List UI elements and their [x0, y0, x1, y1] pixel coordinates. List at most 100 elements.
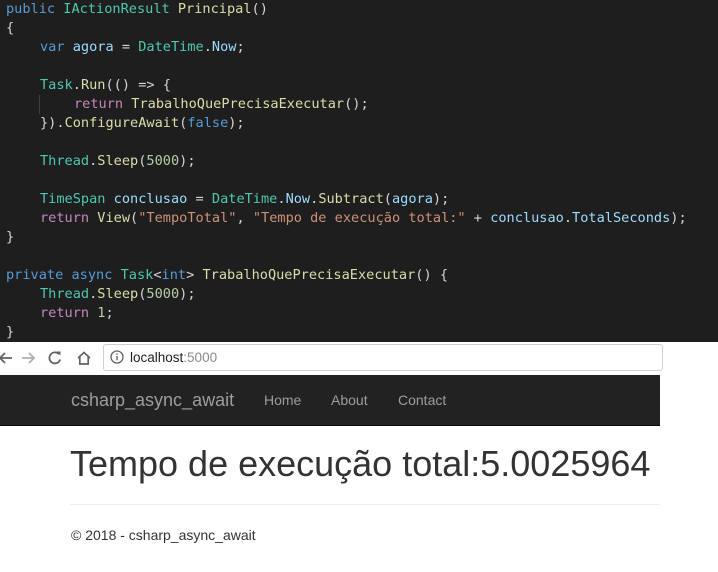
- code-line: return 1;: [0, 304, 718, 323]
- code-line: }: [0, 323, 718, 342]
- code-token: "Tempo de execução total:": [252, 210, 466, 226]
- code-token: TimeSpan: [40, 191, 114, 207]
- code-token: agora: [391, 191, 433, 207]
- code-token: ;: [236, 39, 245, 55]
- page-footer: © 2018 - csharp_async_await: [71, 527, 256, 543]
- code-token: );: [179, 286, 196, 302]
- address-bar[interactable]: localhost:5000: [103, 344, 663, 371]
- code-token: .: [563, 210, 573, 226]
- code-token: +: [465, 210, 491, 226]
- code-token: var: [40, 39, 73, 55]
- code-line: Task.Run(() => {: [0, 76, 718, 95]
- code-token: (): [251, 1, 268, 17]
- code-token: return: [40, 305, 98, 321]
- code-token: =: [195, 191, 212, 207]
- code-token: >: [186, 267, 203, 283]
- code-token: <: [153, 267, 162, 283]
- code-line: private async Task<int> TrabalhoQuePreci…: [0, 266, 718, 285]
- url-host: localhost: [130, 350, 184, 365]
- code-lines: public IActionResult Principal(){var ago…: [0, 0, 718, 342]
- code-line: var agora = DateTime.Now;: [0, 38, 718, 57]
- code-token: Task: [40, 77, 73, 93]
- home-icon[interactable]: [72, 346, 96, 370]
- code-token: (: [130, 210, 139, 226]
- code-token: public: [6, 1, 64, 17]
- code-line: Thread.Sleep(5000);: [0, 152, 718, 171]
- code-token: ();: [344, 96, 369, 112]
- code-token: int: [161, 267, 187, 283]
- code-token: {: [6, 20, 15, 36]
- arrow-right-icon[interactable]: [16, 346, 40, 370]
- code-token: "TempoTotal": [138, 210, 237, 226]
- code-token: private: [6, 267, 72, 283]
- code-token: (() => {: [105, 77, 171, 93]
- reload-icon[interactable]: [43, 346, 67, 370]
- code-token: Sleep: [97, 153, 139, 169]
- code-token: Sleep: [97, 286, 139, 302]
- code-token: View: [97, 210, 131, 226]
- code-token: agora: [72, 39, 122, 55]
- code-token: IActionResult: [63, 1, 178, 17]
- code-token: Now: [211, 39, 237, 55]
- code-token: Principal: [177, 1, 252, 17]
- code-token: =: [121, 39, 139, 55]
- code-line: }: [0, 228, 718, 247]
- code-token: Thread: [40, 153, 90, 169]
- code-line: {: [0, 19, 718, 38]
- code-line: return View("TempoTotal", "Tempo de exec…: [0, 209, 718, 228]
- code-token: DateTime: [211, 191, 278, 207]
- indent-guide: [39, 95, 40, 114]
- code-token: () {: [415, 267, 449, 283]
- page-heading: Tempo de execução total:5.0025964: [70, 443, 651, 484]
- code-editor: public IActionResult Principal(){var ago…: [0, 0, 718, 342]
- code-token: Run: [80, 77, 106, 93]
- code-token: Subtract: [318, 191, 384, 207]
- url-port: :5000: [183, 350, 218, 365]
- nav-link-home[interactable]: Home: [264, 392, 301, 408]
- code-token: TotalSeconds: [572, 210, 671, 226]
- code-line: return TrabalhoQuePrecisaExecutar();: [0, 95, 718, 114]
- code-token: }: [6, 229, 15, 245]
- code-token: false: [187, 115, 229, 131]
- code-token: TrabalhoQuePrecisaExecutar: [202, 267, 416, 283]
- browser-toolbar: localhost:5000: [0, 342, 663, 374]
- code-token: conclusao: [490, 210, 564, 226]
- site-navbar: csharp_async_await Home About Contact: [0, 375, 660, 426]
- code-token: return: [40, 210, 98, 226]
- nav-link-about[interactable]: About: [331, 392, 368, 408]
- browser-window: localhost:5000 csharp_async_await Home A…: [0, 342, 663, 572]
- nav-link-contact[interactable]: Contact: [398, 392, 446, 408]
- info-icon[interactable]: [110, 350, 124, 364]
- code-line: TimeSpan conclusao = DateTime.Now.Subtra…: [0, 190, 718, 209]
- code-token: Thread: [40, 286, 90, 302]
- site-brand[interactable]: csharp_async_await: [71, 390, 234, 411]
- code-token: return: [74, 96, 132, 112]
- code-token: .: [203, 39, 212, 55]
- code-token: conclusao: [113, 191, 196, 207]
- code-token: );: [432, 191, 450, 207]
- code-token: Now: [285, 191, 311, 207]
- code-token: ;: [105, 305, 114, 321]
- code-token: 5000: [146, 286, 180, 302]
- code-token: TrabalhoQuePrecisaExecutar: [131, 96, 345, 112]
- code-token: DateTime: [138, 39, 204, 55]
- url-text[interactable]: localhost:5000: [130, 350, 217, 365]
- code-token: (: [383, 191, 392, 207]
- code-token: .: [72, 77, 81, 93]
- code-token: }).: [40, 115, 65, 131]
- code-token: );: [179, 153, 196, 169]
- code-line: public IActionResult Principal(): [0, 0, 718, 19]
- code-token: ConfigureAwait: [64, 115, 180, 131]
- code-token: ,: [236, 210, 253, 226]
- code-line: Thread.Sleep(5000);: [0, 285, 718, 304]
- code-line: }).ConfigureAwait(false);: [0, 114, 718, 133]
- code-token: async: [71, 267, 121, 283]
- code-token: Task: [120, 267, 154, 283]
- code-token: );: [670, 210, 687, 226]
- code-token: 5000: [146, 153, 180, 169]
- code-token: .: [277, 191, 286, 207]
